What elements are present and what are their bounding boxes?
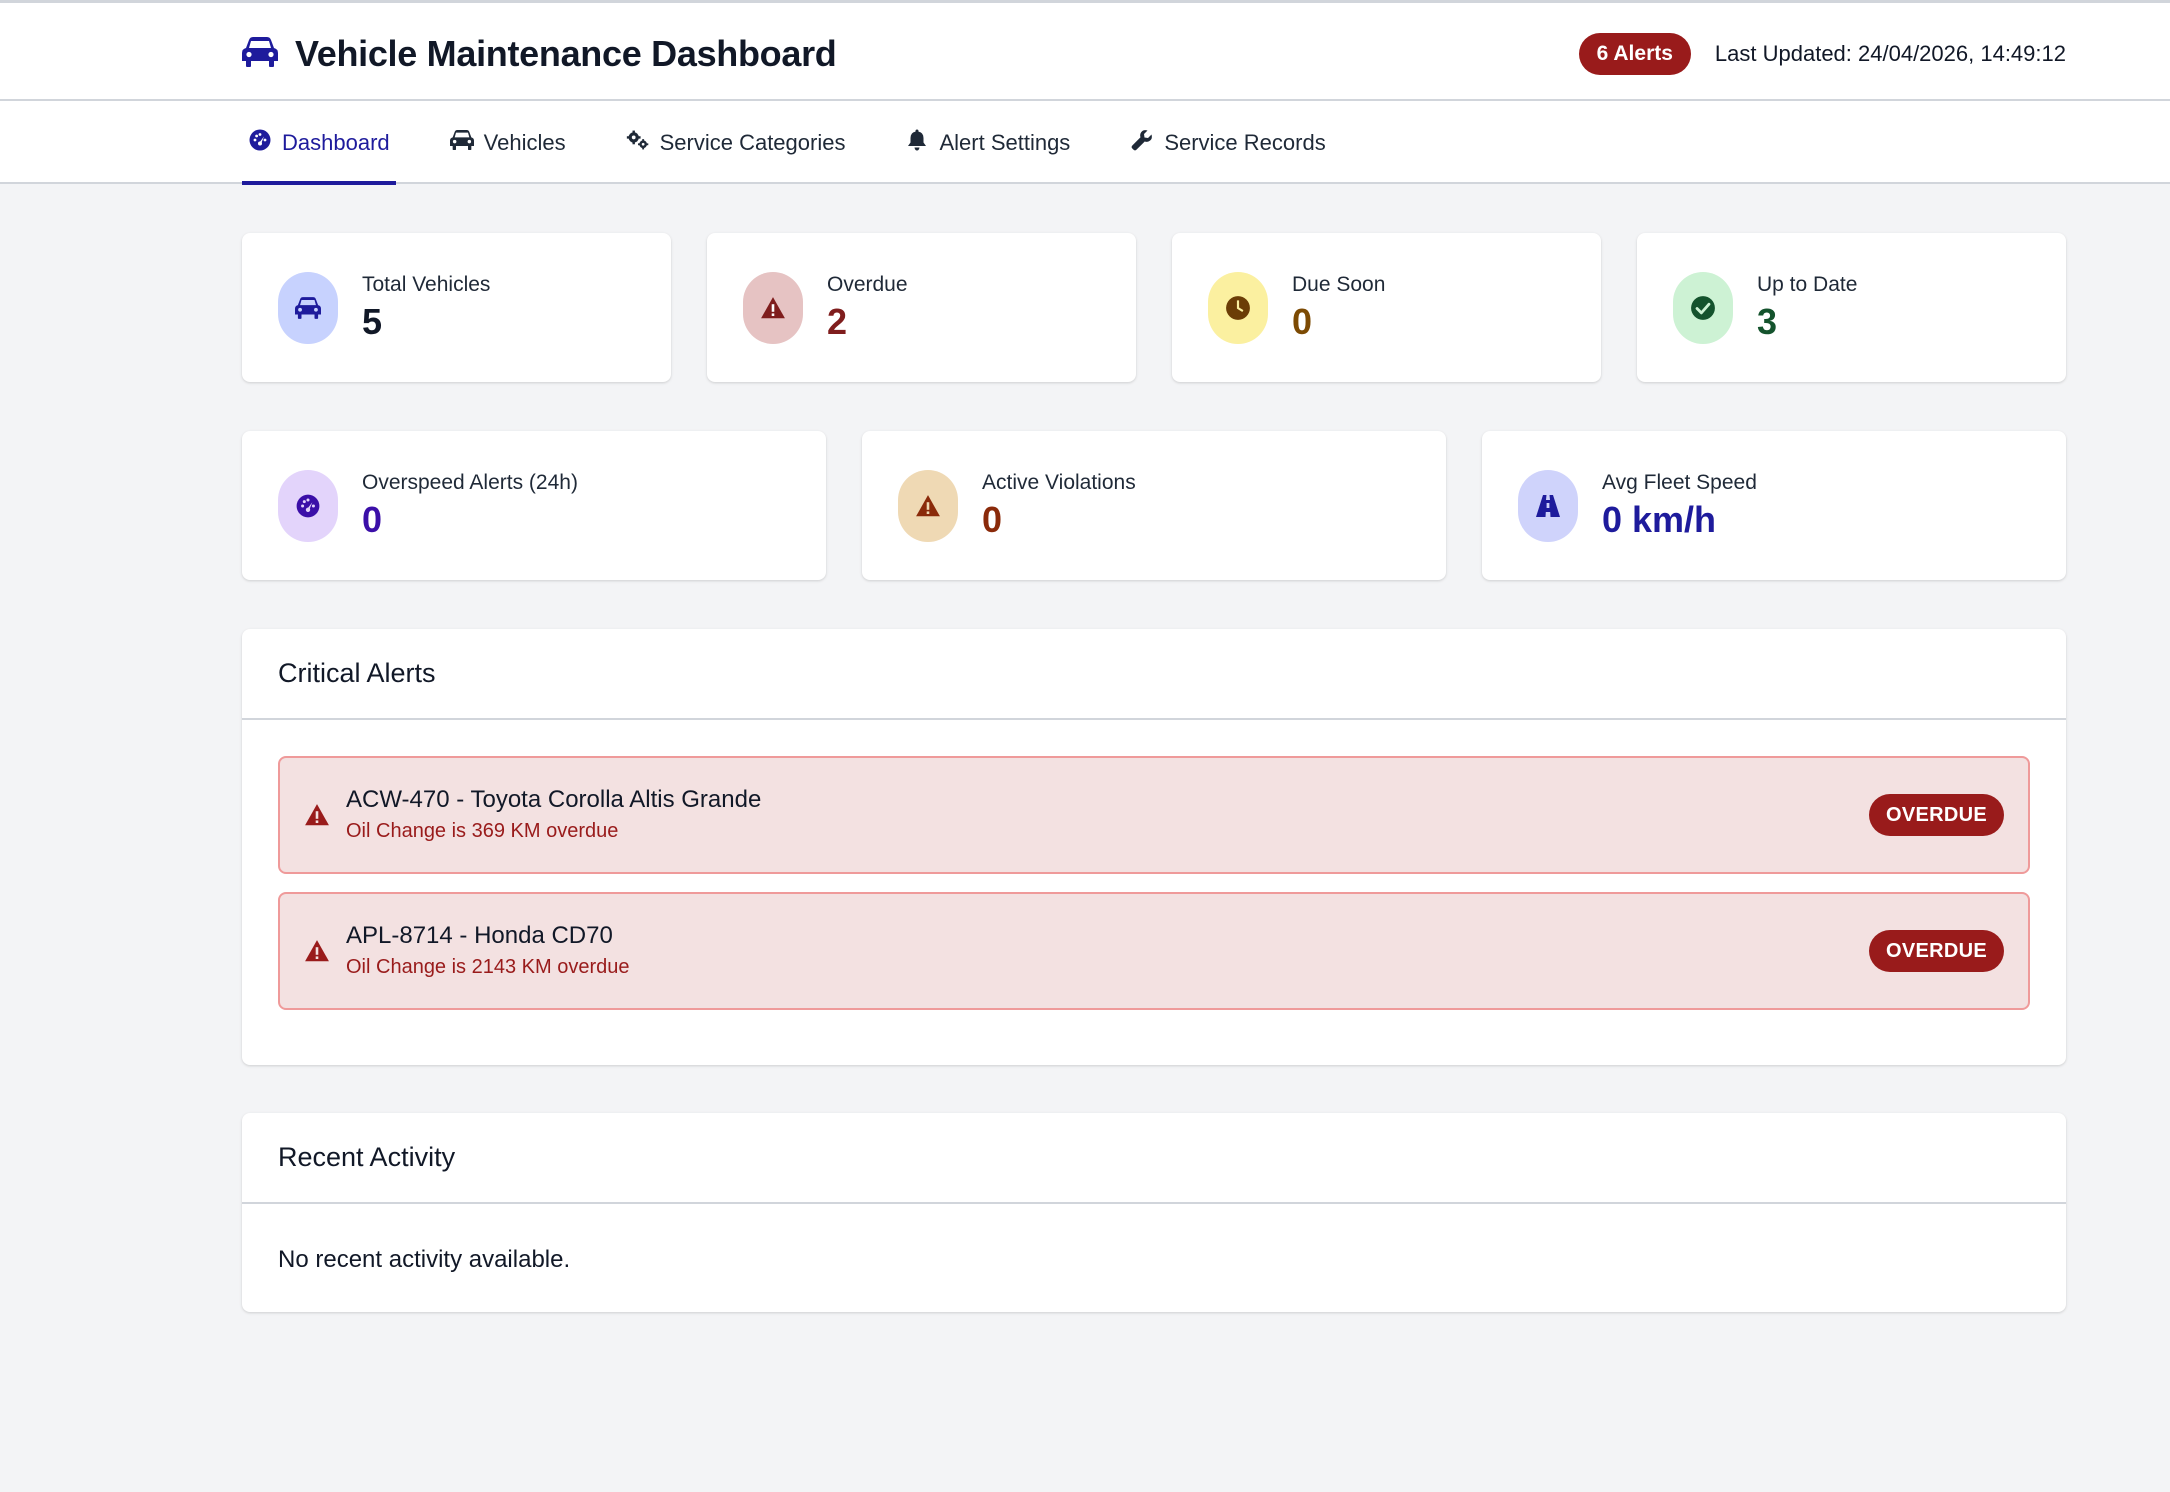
car-icon [449, 128, 484, 158]
tab-label: Service Records [1164, 129, 1326, 155]
tab-label: Alert Settings [939, 129, 1071, 155]
stat-label: Due Soon [1292, 273, 1386, 296]
stat-value: 5 [362, 301, 383, 342]
status-badge: OVERDUE [1868, 930, 2004, 972]
empty-state-text: No recent activity available. [278, 1246, 571, 1273]
stat-card-overdue: Overdue 2 [707, 233, 1136, 382]
stat-value: 2 [827, 301, 848, 342]
stat-card-total-vehicles: Total Vehicles 5 [242, 233, 671, 382]
tab-dashboard[interactable]: Dashboard [242, 101, 396, 185]
alerts-count-badge[interactable]: 6 Alerts [1578, 33, 1691, 75]
panel-title: Critical Alerts [242, 629, 2066, 720]
road-icon [1518, 470, 1578, 542]
status-badge: OVERDUE [1868, 794, 2004, 836]
warning-icon [304, 802, 330, 828]
stat-label: Active Violations [982, 471, 1136, 494]
stat-value: 3 [1757, 301, 1778, 342]
top-header: Vehicle Maintenance Dashboard 6 Alerts L… [0, 0, 2170, 101]
tab-label: Vehicles [483, 129, 566, 155]
tab-label: Service Categories [659, 129, 846, 155]
stat-value: 0 [982, 499, 1003, 540]
stat-card-due-soon: Due Soon 0 [1172, 233, 1601, 382]
gauge-icon [248, 128, 282, 158]
alert-detail: Oil Change is 369 KM overdue [346, 820, 619, 842]
brand: Vehicle Maintenance Dashboard [242, 33, 837, 75]
car-icon [278, 272, 338, 344]
critical-alerts-panel: Critical Alerts ACW-470 - Toyota Corolla… [242, 629, 2066, 1065]
stat-card-active-violations: Active Violations 0 [862, 431, 1446, 580]
page-title: Vehicle Maintenance Dashboard [295, 33, 837, 74]
stat-label: Total Vehicles [362, 273, 491, 296]
tab-vehicles[interactable]: Vehicles [444, 101, 572, 184]
alert-item[interactable]: APL-8714 - Honda CD70 Oil Change is 2143… [278, 892, 2030, 1010]
stat-value: 0 km/h [1602, 499, 1717, 540]
check-circle-icon [1673, 272, 1733, 344]
alert-vehicle-title: ACW-470 - Toyota Corolla Altis Grande [346, 786, 762, 813]
tab-service-records[interactable]: Service Records [1124, 101, 1331, 184]
stat-label: Up to Date [1757, 273, 1858, 296]
bell-icon [905, 128, 939, 158]
stat-card-up-to-date: Up to Date 3 [1637, 233, 2066, 382]
app-root: Vehicle Maintenance Dashboard 6 Alerts L… [0, 0, 2170, 1492]
stat-card-avg-fleet-speed: Avg Fleet Speed 0 km/h [1482, 431, 2066, 580]
stat-label: Overspeed Alerts (24h) [362, 471, 578, 494]
recent-activity-panel: Recent Activity No recent activity avail… [242, 1113, 2066, 1312]
gauge-icon [278, 470, 338, 542]
warning-icon [898, 470, 958, 542]
stat-value: 0 [362, 499, 383, 540]
stat-label: Avg Fleet Speed [1602, 471, 1757, 494]
tab-alert-settings[interactable]: Alert Settings [899, 101, 1076, 184]
stat-value: 0 [1292, 301, 1313, 342]
alert-item[interactable]: ACW-470 - Toyota Corolla Altis Grande Oi… [278, 756, 2030, 874]
warning-icon [304, 938, 330, 964]
panel-title: Recent Activity [242, 1113, 2066, 1204]
stat-label: Overdue [827, 273, 908, 296]
car-icon [242, 36, 278, 73]
gears-icon [626, 128, 660, 158]
wrench-icon [1130, 128, 1164, 158]
stat-card-overspeed-alerts: Overspeed Alerts (24h) 0 [242, 431, 826, 580]
tab-label: Dashboard [282, 129, 390, 155]
alert-vehicle-title: APL-8714 - Honda CD70 [346, 922, 613, 949]
alert-detail: Oil Change is 2143 KM overdue [346, 956, 630, 978]
last-updated-text: Last Updated: 24/04/2026, 14:49:12 [1714, 41, 2066, 66]
header-right: 6 Alerts Last Updated: 24/04/2026, 14:49… [1578, 33, 2066, 75]
nav-tabs: Dashboard Vehicles Service Categories Al… [242, 101, 1380, 185]
main-nav: Dashboard Vehicles Service Categories Al… [0, 101, 2170, 185]
warning-icon [743, 272, 803, 344]
clock-icon [1208, 272, 1268, 344]
tab-service-categories[interactable]: Service Categories [620, 101, 852, 184]
